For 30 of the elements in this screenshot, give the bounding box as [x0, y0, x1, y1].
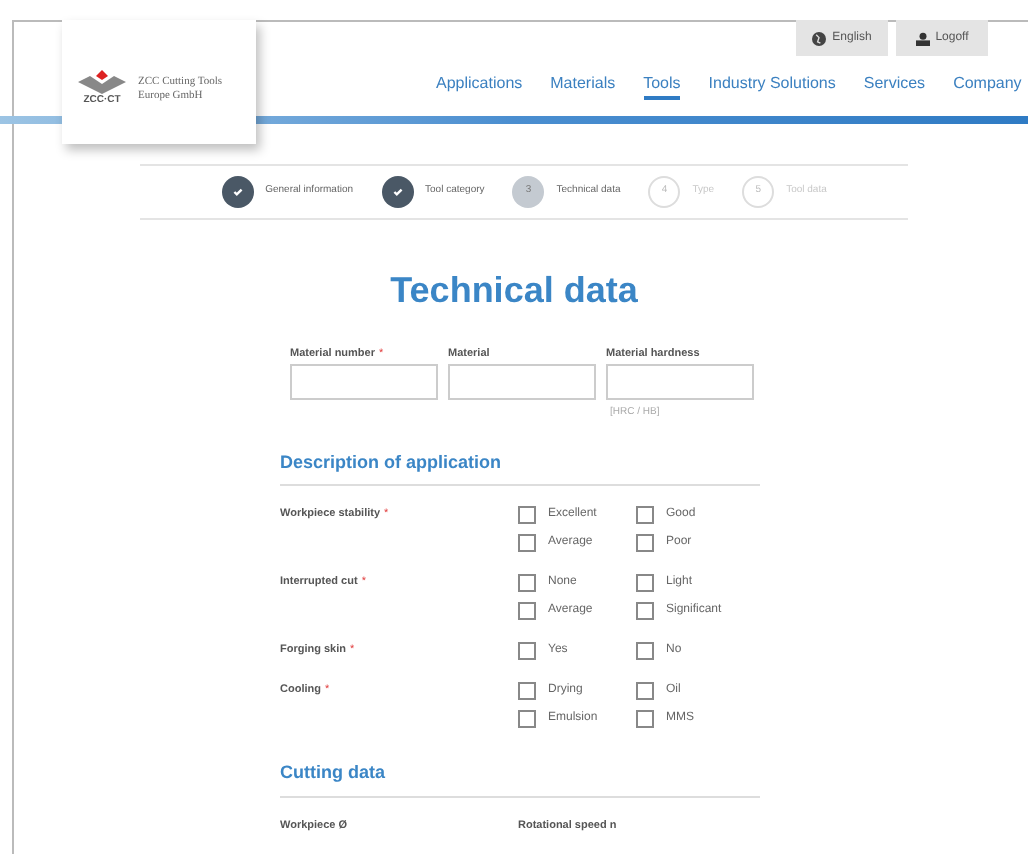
checkbox[interactable] — [636, 641, 654, 659]
input-field[interactable] — [606, 364, 754, 400]
checkbox[interactable] — [518, 533, 536, 551]
checkbox[interactable] — [636, 709, 654, 727]
check-icon — [231, 186, 244, 198]
section-heading: Cutting data — [280, 760, 760, 797]
checkbox[interactable] — [636, 573, 654, 591]
checkbox[interactable] — [636, 533, 654, 551]
checkbox[interactable] — [636, 601, 654, 619]
checkbox[interactable] — [518, 681, 536, 699]
nav-link[interactable]: Industry Solutions — [708, 68, 836, 100]
input-field[interactable] — [448, 364, 596, 400]
checkbox[interactable] — [636, 505, 654, 523]
page-title: Technical data — [390, 268, 638, 314]
nav-link[interactable]: Company — [953, 68, 1022, 100]
user-icon — [915, 31, 930, 45]
check-icon — [391, 186, 404, 198]
nav-link[interactable]: Tools — [643, 68, 681, 100]
section-heading: Description of application — [280, 449, 760, 486]
checkbox[interactable] — [518, 709, 536, 727]
checkbox[interactable] — [636, 681, 654, 699]
nav-link[interactable]: Applications — [436, 68, 523, 100]
nav-link[interactable]: Materials — [550, 68, 616, 100]
checkbox[interactable] — [518, 505, 536, 523]
nav-link[interactable]: Services — [863, 68, 926, 100]
checkbox[interactable] — [518, 601, 536, 619]
checkbox[interactable] — [518, 573, 536, 591]
checkbox[interactable] — [518, 641, 536, 659]
logo-icon — [78, 70, 126, 95]
input-field[interactable] — [290, 364, 438, 400]
